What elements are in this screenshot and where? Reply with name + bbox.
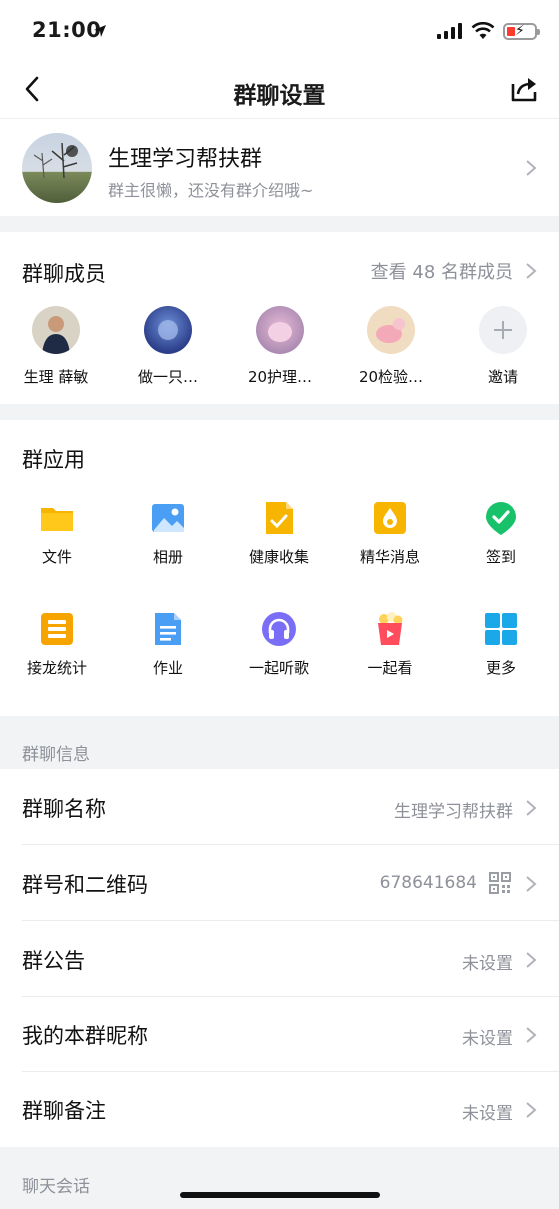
- health-form-icon: [261, 500, 297, 536]
- status-time: 21:00: [32, 18, 102, 42]
- wifi-icon: [471, 22, 495, 39]
- app-relay[interactable]: 接龙统计: [2, 611, 112, 678]
- app-label: 签到: [485, 548, 516, 566]
- member-item[interactable]: 生理 薛敏: [6, 306, 106, 387]
- avatar: [32, 306, 80, 354]
- app-file[interactable]: 文件: [2, 500, 112, 567]
- grid-more-icon: [483, 611, 519, 647]
- chevron-right-icon[interactable]: [525, 262, 537, 280]
- app-checkin[interactable]: 签到: [446, 500, 556, 567]
- app-watch-together[interactable]: 一起看: [335, 611, 445, 678]
- member-name: 20护理…: [247, 368, 313, 386]
- photo-icon: [150, 500, 186, 536]
- row-label: 我的本群昵称: [22, 1024, 148, 1048]
- row-value: 未设置: [462, 954, 513, 974]
- chevron-right-icon: [526, 952, 537, 968]
- chat-section-header: 聊天会话: [22, 1177, 90, 1197]
- row-label: 群聊备注: [22, 1099, 106, 1123]
- chevron-right-icon: [526, 876, 537, 892]
- avatar: [256, 306, 304, 354]
- chevron-right-icon: [526, 800, 537, 816]
- info-section-header: 群聊信息: [22, 745, 90, 765]
- relay-list-icon: [39, 611, 75, 647]
- row-my-nickname[interactable]: 我的本群昵称 未设置: [0, 996, 559, 1072]
- app-label: 相册: [152, 548, 183, 566]
- popcorn-icon: [372, 611, 408, 647]
- group-profile-row[interactable]: 生理学习帮扶群 群主很懒，还没有群介绍哦~: [0, 118, 559, 216]
- homework-icon: [150, 611, 186, 647]
- status-bar: 21:00 ⚡: [0, 0, 559, 64]
- row-label: 群公告: [22, 949, 85, 973]
- avatar: [144, 306, 192, 354]
- folder-icon: [39, 500, 75, 536]
- row-value: 未设置: [462, 1029, 513, 1049]
- row-label: 群号和二维码: [22, 873, 148, 897]
- app-label: 一起听歌: [248, 659, 309, 677]
- home-indicator: [180, 1192, 380, 1198]
- app-essence[interactable]: 精华消息: [335, 500, 445, 567]
- row-label: 群聊名称: [22, 797, 106, 821]
- view-all-members-link[interactable]: 查看 48 名群成员: [371, 258, 513, 284]
- member-item[interactable]: 20检验…: [341, 306, 441, 387]
- app-label: 作业: [152, 659, 183, 677]
- page-title: 群聊设置: [233, 83, 326, 109]
- essence-icon: [372, 500, 408, 536]
- info-section: 群聊名称 生理学习帮扶群 群号和二维码 678641684 群公告 未设置 我的…: [0, 769, 559, 1147]
- row-group-name[interactable]: 群聊名称 生理学习帮扶群: [0, 769, 559, 845]
- app-more[interactable]: 更多: [446, 611, 556, 678]
- member-item[interactable]: 20护理…: [230, 306, 330, 387]
- row-value: 未设置: [462, 1104, 513, 1124]
- battery-icon: ⚡: [503, 22, 540, 40]
- apps-title: 群应用: [22, 448, 85, 472]
- row-group-remark[interactable]: 群聊备注 未设置: [0, 1071, 559, 1147]
- signal-icon: [437, 23, 462, 39]
- checkin-icon: [483, 500, 519, 536]
- app-label: 健康收集: [248, 548, 309, 566]
- row-group-number-qr[interactable]: 群号和二维码 678641684: [0, 845, 559, 921]
- avatar: [367, 306, 415, 354]
- chevron-right-icon: [526, 1102, 537, 1118]
- member-item[interactable]: 做一只…: [118, 306, 218, 387]
- members-title: 群聊成员: [22, 262, 106, 286]
- app-label: 一起看: [367, 659, 413, 677]
- members-section: 群聊成员 查看 48 名群成员 生理 薛敏 做一只… 20护理… 20检验… 邀…: [0, 232, 559, 404]
- app-health-collect[interactable]: 健康收集: [224, 500, 334, 567]
- app-homework[interactable]: 作业: [113, 611, 223, 678]
- row-value: 678641684: [379, 873, 477, 893]
- group-avatar: [22, 133, 92, 203]
- row-value: 生理学习帮扶群: [394, 802, 513, 822]
- chevron-right-icon: [526, 1027, 537, 1043]
- member-name: 20检验…: [358, 368, 424, 386]
- app-label: 精华消息: [359, 548, 420, 566]
- group-apps-section: 群应用 文件 相册 健康收集 精华消息 签到 接龙统计 作业 一起听歌 一起看 …: [0, 420, 559, 716]
- group-intro: 群主很懒，还没有群介绍哦~: [108, 181, 314, 200]
- app-album[interactable]: 相册: [113, 500, 223, 567]
- group-name: 生理学习帮扶群: [108, 147, 263, 172]
- nav-bar: 群聊设置: [0, 64, 559, 118]
- member-name: 做一只…: [137, 368, 198, 386]
- chevron-right-icon: [526, 160, 537, 176]
- location-arrow-icon: [94, 25, 106, 37]
- row-announcement[interactable]: 群公告 未设置: [0, 921, 559, 997]
- app-label: 文件: [41, 548, 72, 566]
- add-member-icon: [479, 306, 527, 354]
- headphones-icon: [261, 611, 297, 647]
- invite-label: 邀请: [487, 368, 518, 386]
- member-name: 生理 薛敏: [23, 368, 89, 386]
- share-icon[interactable]: [509, 74, 541, 104]
- app-label: 接龙统计: [26, 659, 87, 677]
- qr-code-icon: [489, 872, 511, 894]
- app-listen-together[interactable]: 一起听歌: [224, 611, 334, 678]
- invite-button[interactable]: 邀请: [453, 306, 553, 387]
- app-label: 更多: [485, 659, 516, 677]
